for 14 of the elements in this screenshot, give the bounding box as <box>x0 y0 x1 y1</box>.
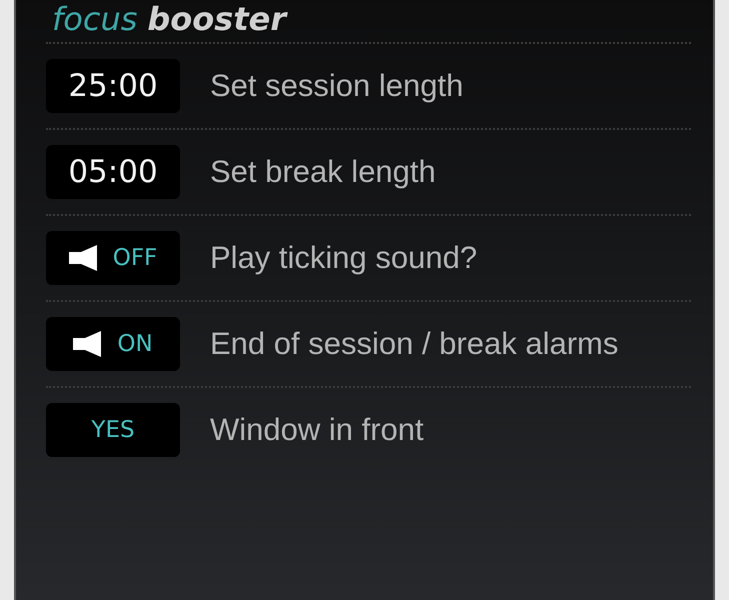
time-field[interactable]: 25:00 <box>46 59 180 113</box>
time-field[interactable]: 05:00 <box>46 145 180 199</box>
toggle-button[interactable]: YES <box>46 403 180 457</box>
setting-label: Set session length <box>210 68 464 104</box>
sound-toggle-button[interactable]: ON <box>46 317 180 371</box>
sound-toggle-button[interactable]: OFF <box>46 231 180 285</box>
setting-label: Play ticking sound? <box>210 240 478 276</box>
speaker-icon <box>73 330 104 358</box>
speaker-icon <box>68 244 99 272</box>
logo-brand-text: focus <box>52 0 138 38</box>
logo-product-text: booster <box>147 0 286 38</box>
setting-label: Set break length <box>210 154 436 190</box>
setting-label: Window in front <box>210 412 424 448</box>
setting-label: End of session / break alarms <box>210 326 618 362</box>
